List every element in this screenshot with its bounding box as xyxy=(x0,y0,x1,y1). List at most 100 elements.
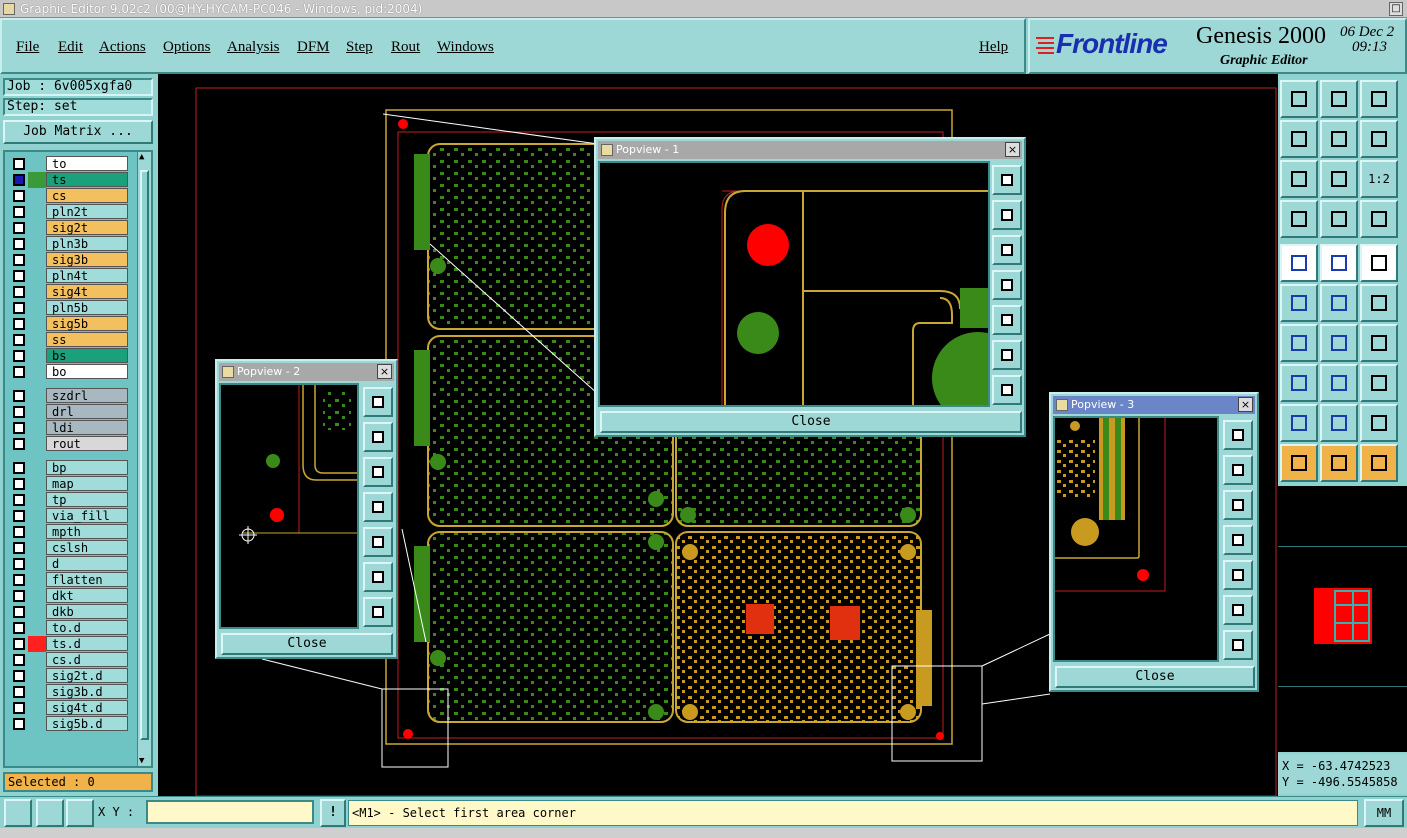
fit-window-icon[interactable] xyxy=(1280,160,1318,198)
pad-icon[interactable] xyxy=(1280,364,1318,402)
layer-name[interactable]: flatten xyxy=(46,572,128,587)
layer-color-swatch[interactable] xyxy=(28,300,46,316)
popview-3-pan-up-button[interactable] xyxy=(1223,455,1253,485)
layer-row-pln4t[interactable]: pln4t xyxy=(10,268,130,284)
popview-1-view[interactable] xyxy=(598,161,1024,424)
layer-name[interactable]: dkt xyxy=(46,588,128,603)
layer-name[interactable]: cslsh xyxy=(46,540,128,555)
layer-checkbox[interactable] xyxy=(13,638,25,650)
popview-2-close-icon[interactable]: × xyxy=(377,364,392,379)
layer-row-ts[interactable]: ts xyxy=(10,172,130,188)
layer-name[interactable]: sig2t xyxy=(46,220,128,235)
layer-name[interactable]: cs.d xyxy=(46,652,128,667)
layer-row-sig5b.d[interactable]: sig5b.d xyxy=(10,716,130,732)
center-icon[interactable] xyxy=(1320,160,1358,198)
line-red-icon[interactable] xyxy=(1320,364,1358,402)
layer-name[interactable]: d xyxy=(46,556,128,571)
pointer-select-icon[interactable] xyxy=(1360,444,1398,482)
units-button[interactable]: MM xyxy=(1364,799,1404,827)
popview-1-zoom-button[interactable] xyxy=(992,165,1022,195)
layer-name[interactable]: mpth xyxy=(46,524,128,539)
layer-name[interactable]: drl xyxy=(46,404,128,419)
layer-checkbox[interactable] xyxy=(13,478,25,490)
layer-color-swatch[interactable] xyxy=(28,348,46,364)
ruler-icon[interactable] xyxy=(1360,244,1398,282)
dimension-icon[interactable] xyxy=(1360,364,1398,402)
popview-3-zoom-button[interactable] xyxy=(1223,420,1253,450)
layer-row-mpth[interactable]: mpth xyxy=(10,524,130,540)
layer-name[interactable]: pln2t xyxy=(46,204,128,219)
layer-color-swatch[interactable] xyxy=(28,236,46,252)
layer-color-swatch[interactable] xyxy=(28,436,46,452)
layer-checkbox[interactable] xyxy=(13,510,25,522)
popview-1-zoom-in-button[interactable] xyxy=(992,340,1022,370)
popview-2-titlebar[interactable]: Popview - 2 × xyxy=(219,363,394,381)
layer-checkbox[interactable] xyxy=(13,438,25,450)
layer-checkbox[interactable] xyxy=(13,270,25,282)
layer-row-sig3b.d[interactable]: sig3b.d xyxy=(10,684,130,700)
layer-checkbox[interactable] xyxy=(13,526,25,538)
menu-edit[interactable]: Edit xyxy=(58,39,83,56)
layer-color-swatch[interactable] xyxy=(28,588,46,604)
popview-1-close-button[interactable]: Close xyxy=(600,411,1022,433)
overview-viewport[interactable] xyxy=(1334,590,1370,642)
layer-checkbox[interactable] xyxy=(13,670,25,682)
layer-row-ss[interactable]: ss xyxy=(10,332,130,348)
scrollbar-thumb[interactable] xyxy=(140,170,149,740)
popview-3-pan-right-button[interactable] xyxy=(1223,560,1253,590)
popview-3-zoom-out-button[interactable] xyxy=(1223,630,1253,660)
menu-help[interactable]: Help xyxy=(979,39,1008,56)
layer-checkbox[interactable] xyxy=(13,422,25,434)
xy-input[interactable] xyxy=(146,800,314,824)
undo-view-icon[interactable] xyxy=(1360,120,1398,158)
popview-3-pan-down-button[interactable] xyxy=(1223,490,1253,520)
layer-name[interactable]: sig4t.d xyxy=(46,700,128,715)
layer-name[interactable]: pln3b xyxy=(46,236,128,251)
layer-name[interactable]: ss xyxy=(46,332,128,347)
menu-rout[interactable]: Rout xyxy=(391,39,420,56)
layer-color-swatch[interactable] xyxy=(28,284,46,300)
draw-line-icon[interactable] xyxy=(1320,244,1358,282)
layer-row-d[interactable]: d xyxy=(10,556,130,572)
layer-color-swatch[interactable] xyxy=(28,476,46,492)
menu-dfm[interactable]: DFM xyxy=(297,39,330,56)
layer-color-swatch[interactable] xyxy=(28,364,46,380)
layer-color-swatch[interactable] xyxy=(28,508,46,524)
menu-analysis[interactable]: Analysis xyxy=(227,39,280,56)
layer-checkbox[interactable] xyxy=(13,702,25,714)
layer-color-swatch[interactable] xyxy=(28,388,46,404)
popview-1-pan-up-button[interactable] xyxy=(992,200,1022,230)
menu-file[interactable]: File xyxy=(16,39,39,56)
node-edit-icon[interactable] xyxy=(1280,284,1318,322)
layer-checkbox[interactable] xyxy=(13,238,25,250)
layer-row-sig4t[interactable]: sig4t xyxy=(10,284,130,300)
layer-color-swatch[interactable] xyxy=(28,716,46,732)
house-icon[interactable] xyxy=(1360,80,1398,118)
pan-right-icon[interactable] xyxy=(1320,120,1358,158)
layer-name[interactable]: sig2t.d xyxy=(46,668,128,683)
layer-row-bs[interactable]: bs xyxy=(10,348,130,364)
layer-row-sig2t.d[interactable]: sig2t.d xyxy=(10,668,130,684)
layer-color-swatch[interactable] xyxy=(28,268,46,284)
layer-color-swatch[interactable] xyxy=(28,572,46,588)
layer-row-pln2t[interactable]: pln2t xyxy=(10,204,130,220)
layer-color-swatch[interactable] xyxy=(28,540,46,556)
pointer-orange-icon[interactable] xyxy=(1320,444,1358,482)
home-view-icon[interactable] xyxy=(1280,80,1318,118)
layer-checkbox[interactable] xyxy=(13,158,25,170)
layer-checkbox[interactable] xyxy=(13,494,25,506)
layer-color-swatch[interactable] xyxy=(28,220,46,236)
layer-checkbox[interactable] xyxy=(13,286,25,298)
popview-2-pan-right-button[interactable] xyxy=(363,527,393,557)
layer-row-to.d[interactable]: to.d xyxy=(10,620,130,636)
layer-name[interactable]: to.d xyxy=(46,620,128,635)
fit-view-icon[interactable] xyxy=(1320,80,1358,118)
scale-icon[interactable]: 1:2 xyxy=(1360,160,1398,198)
layer-checkbox[interactable] xyxy=(13,654,25,666)
triangle-icon[interactable] xyxy=(1280,404,1318,442)
layer-row-bp[interactable]: bp xyxy=(10,460,130,476)
layer-row-pln5b[interactable]: pln5b xyxy=(10,300,130,316)
layer-name[interactable]: bs xyxy=(46,348,128,363)
layer-color-swatch[interactable] xyxy=(28,492,46,508)
maximize-button[interactable]: □ xyxy=(1389,2,1403,16)
